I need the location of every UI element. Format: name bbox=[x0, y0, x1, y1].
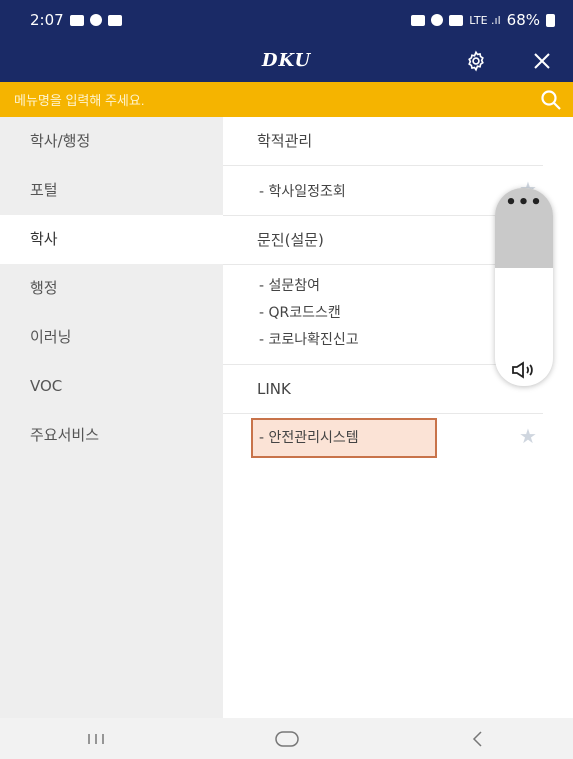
gallery-notification-icon bbox=[69, 14, 84, 26]
recent-apps-icon bbox=[87, 733, 104, 744]
settings-button[interactable] bbox=[462, 47, 490, 75]
status-time: 2:07 bbox=[30, 11, 64, 29]
search-button[interactable] bbox=[537, 86, 565, 114]
alarm-icon bbox=[431, 14, 444, 26]
status-bar: 2:07 LTE .ıl 68% bbox=[0, 0, 573, 40]
category-title-link: LINK bbox=[223, 365, 543, 414]
more-icon[interactable]: ••• bbox=[495, 192, 553, 213]
menu-item-schedule[interactable]: - 학사일정조회 bbox=[223, 181, 346, 201]
close-button[interactable] bbox=[528, 47, 556, 75]
home-icon bbox=[274, 730, 299, 747]
search-icon bbox=[541, 90, 561, 110]
chat-notification-icon bbox=[89, 14, 102, 26]
app-notification-icon bbox=[107, 14, 122, 26]
sidebar-item-main-services[interactable]: 주요서비스 bbox=[0, 411, 223, 460]
sidebar-item-elearning[interactable]: 이러닝 bbox=[0, 313, 223, 362]
lock-icon bbox=[411, 14, 426, 26]
star-icon[interactable]: ★ bbox=[519, 424, 537, 448]
network-icon bbox=[449, 14, 464, 26]
volume-popup: ••• bbox=[495, 188, 553, 386]
menu-item-safety-system[interactable]: - 안전관리시스템 bbox=[251, 418, 437, 458]
menu-search-bar bbox=[0, 82, 573, 119]
sidebar-item-academic-admin[interactable]: 학사/행정 bbox=[0, 117, 223, 166]
sidebar-item-academic[interactable]: 학사 bbox=[0, 215, 223, 264]
battery-level: 68% bbox=[506, 11, 540, 29]
back-icon bbox=[472, 730, 482, 747]
sidebar-item-admin[interactable]: 행정 bbox=[0, 264, 223, 313]
volume-icon bbox=[512, 361, 533, 379]
recent-apps-button[interactable] bbox=[56, 724, 136, 754]
category-title-records: 학적관리 bbox=[223, 117, 543, 166]
home-button[interactable] bbox=[247, 724, 327, 754]
category-sidebar: 학사/행정 포털 학사 행정 이러닝 VOC 주요서비스 bbox=[0, 117, 223, 718]
volume-button[interactable] bbox=[511, 360, 537, 384]
sidebar-item-voc[interactable]: VOC bbox=[0, 362, 223, 411]
battery-icon bbox=[546, 13, 555, 27]
app-header: DKU bbox=[0, 40, 573, 82]
close-icon bbox=[534, 53, 550, 69]
category-group-link: - 안전관리시스템 ★ bbox=[223, 414, 543, 462]
sidebar-item-portal[interactable]: 포털 bbox=[0, 166, 223, 215]
system-nav-bar bbox=[0, 718, 573, 759]
signal-icon: LTE .ıl bbox=[469, 13, 501, 27]
back-button[interactable] bbox=[438, 724, 518, 754]
menu-search-input[interactable] bbox=[12, 82, 496, 119]
gear-icon bbox=[468, 50, 484, 72]
